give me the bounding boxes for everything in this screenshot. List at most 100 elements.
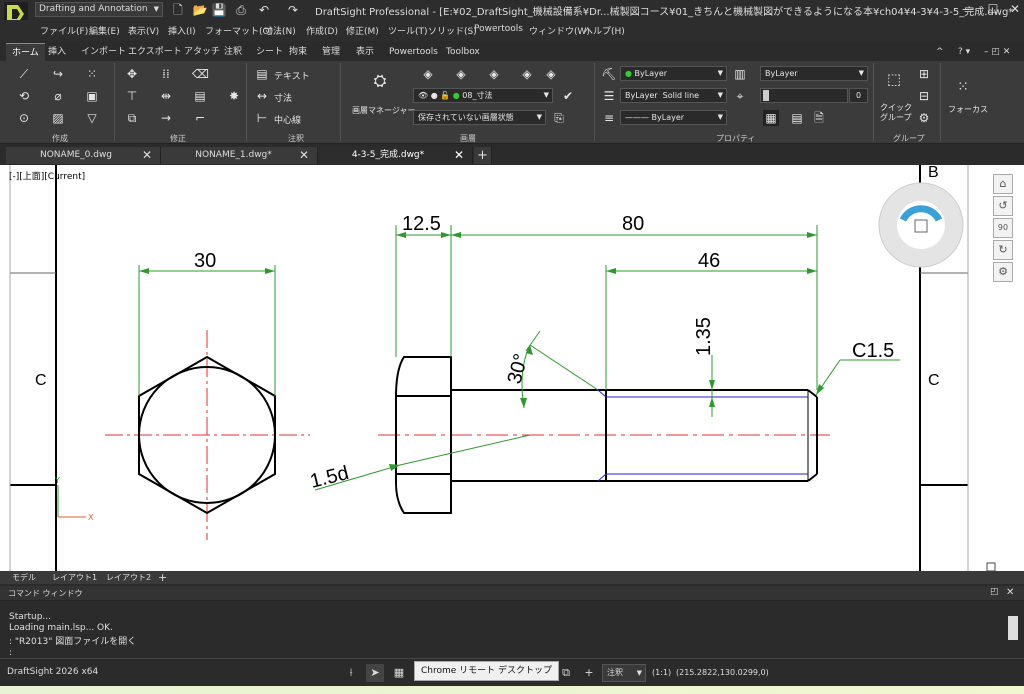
- tab-home[interactable]: ホーム: [6, 43, 45, 61]
- group-select-icon[interactable]: ⚙: [916, 110, 932, 126]
- tab-layout2[interactable]: レイアウト2: [106, 571, 151, 584]
- copy-viewport-icon[interactable]: ⧉: [557, 664, 575, 682]
- quick-group-button[interactable]: クイック グループ: [880, 103, 912, 123]
- float-icon[interactable]: ◰: [990, 587, 999, 597]
- tab-layout1[interactable]: レイアウト1: [52, 571, 97, 584]
- copy-icon[interactable]: ⧉: [124, 110, 140, 126]
- group-edit-icon[interactable]: ⊞: [916, 66, 932, 82]
- scale-icon[interactable]: ▤: [192, 88, 208, 104]
- rotation-angle-field[interactable]: 90: [993, 218, 1013, 238]
- tab-manage[interactable]: 管理: [316, 43, 346, 61]
- new-file-icon[interactable]: 🗋: [170, 2, 186, 18]
- polyline-icon[interactable]: ↪: [50, 66, 66, 82]
- document-icon[interactable]: 🗎: [811, 110, 827, 126]
- cursor-icon[interactable]: ➤: [366, 664, 384, 682]
- rectangle-icon[interactable]: ▣: [84, 88, 100, 104]
- add-icon[interactable]: +: [580, 664, 598, 682]
- group-ungroup-icon[interactable]: ⊟: [916, 88, 932, 104]
- tab-annotate[interactable]: 注釈: [218, 43, 248, 61]
- layer-manager-button[interactable]: 画層マネージャー: [352, 105, 415, 116]
- doc-tab-noname1[interactable]: NONAME_1.dwg* ✕: [161, 147, 318, 164]
- tab-view[interactable]: 表示: [350, 43, 380, 61]
- checkmark-icon[interactable]: ✔: [560, 88, 576, 104]
- rotate-right-icon[interactable]: ↻: [993, 240, 1013, 260]
- trim-icon[interactable]: ⊤: [124, 88, 140, 104]
- menu-format[interactable]: フォーマット(O): [205, 24, 273, 37]
- doc-tab-noname0[interactable]: NONAME_0.dwg ✕: [6, 147, 161, 164]
- minimize-icon[interactable]: —: [959, 1, 977, 18]
- redo-icon[interactable]: ↷: [285, 2, 301, 18]
- add-layout-icon[interactable]: +: [158, 571, 167, 584]
- linetype-select[interactable]: ByLayer Solid line ▼: [620, 88, 727, 103]
- text-button[interactable]: テキスト: [274, 69, 310, 82]
- arc-icon[interactable]: ⟲: [16, 88, 32, 104]
- layer-icon-4[interactable]: ◈: [519, 66, 535, 82]
- quick-group-icon[interactable]: ⬚: [884, 71, 904, 91]
- focus-icon[interactable]: ⁙: [953, 79, 973, 99]
- command-input[interactable]: :: [9, 648, 12, 658]
- new-tab-icon[interactable]: +: [474, 147, 492, 164]
- close-icon[interactable]: ✕: [454, 147, 464, 164]
- menu-help[interactable]: ヘルプ(H): [584, 24, 625, 37]
- layer-manager-icon[interactable]: ⛭: [370, 73, 390, 93]
- color-select[interactable]: ● ByLayer ▼: [620, 66, 727, 81]
- maximize-icon[interactable]: ☐: [984, 1, 1002, 18]
- annotation-scale-select[interactable]: 注釈 ▼: [602, 664, 646, 682]
- menu-file[interactable]: ファイル(F): [40, 24, 88, 37]
- tab-insert[interactable]: 挿入: [42, 43, 72, 61]
- menu-dimension[interactable]: 寸法(N): [264, 24, 296, 37]
- save-icon[interactable]: 💾: [211, 2, 227, 18]
- drawing-canvas[interactable]: C C B 30 12.5 80 46 1.35 C1.5 30° 1.5d X…: [0, 165, 1024, 571]
- layer-icon-3[interactable]: ◈: [486, 66, 502, 82]
- centerline-button[interactable]: 中心線: [274, 113, 301, 126]
- circle-icon[interactable]: ⊙: [16, 110, 32, 126]
- menu-view[interactable]: 表示(V): [128, 24, 159, 37]
- list-icon[interactable]: ▤: [789, 110, 805, 126]
- linetype-icon[interactable]: ☰: [601, 88, 617, 104]
- lineweight-icon[interactable]: ≡: [601, 110, 617, 126]
- properties-palette-icon[interactable]: ▦: [763, 110, 779, 126]
- fillet-icon[interactable]: ⌐: [192, 110, 208, 126]
- lineweight-select[interactable]: ——— ByLayer ▼: [620, 110, 727, 125]
- centerline-icon[interactable]: ⊢: [254, 110, 270, 126]
- mirror-icon[interactable]: ⇹: [158, 88, 174, 104]
- transparency-value[interactable]: 0: [849, 88, 868, 103]
- menu-powertools[interactable]: Powertools: [474, 24, 523, 34]
- tab-constraint[interactable]: 拘束: [283, 43, 313, 61]
- layer-select[interactable]: 👁 ● 🔓 ● 08_寸法 ▼: [413, 88, 553, 103]
- workspace-select[interactable]: Drafting and Annotation ▼: [35, 2, 163, 17]
- lineweight-display-icon[interactable]: ▥: [732, 66, 748, 82]
- explode-icon[interactable]: ✸: [226, 88, 242, 104]
- tab-toolbox[interactable]: Toolbox: [440, 43, 486, 61]
- close-icon[interactable]: ✕: [1006, 587, 1014, 598]
- menu-draw[interactable]: 作成(D): [306, 24, 338, 37]
- text-icon[interactable]: ▤: [254, 66, 270, 82]
- scale-readout[interactable]: (1:1): [652, 668, 671, 677]
- dimension-icon[interactable]: ↔: [254, 88, 270, 104]
- point-icon[interactable]: ⁙: [84, 66, 100, 82]
- match-properties-icon[interactable]: ⛏: [601, 66, 617, 82]
- settings-gear-icon[interactable]: ⚙: [993, 262, 1013, 282]
- view-cube[interactable]: [878, 172, 964, 280]
- focus-button[interactable]: フォーカス: [948, 104, 988, 115]
- slider-thumb[interactable]: [763, 90, 769, 101]
- menu-solid[interactable]: ソリッド(S): [428, 24, 477, 37]
- erase-icon[interactable]: ⌫: [192, 66, 209, 82]
- viewport-label[interactable]: [-][上面][Current]: [9, 169, 85, 182]
- help-icon[interactable]: ? ▾: [952, 43, 976, 61]
- close-icon[interactable]: ✕: [142, 147, 152, 164]
- tab-model[interactable]: モデル: [12, 571, 36, 584]
- open-folder-icon[interactable]: 📂: [192, 2, 208, 18]
- move-icon[interactable]: ✥: [124, 66, 140, 82]
- rotate-left-icon[interactable]: ↺: [993, 196, 1013, 216]
- ribbon-collapse-icon[interactable]: ^: [930, 43, 950, 61]
- command-scrollbar[interactable]: [1008, 616, 1018, 640]
- stretch-icon[interactable]: →: [158, 110, 174, 126]
- array-icon[interactable]: ⁞⁞: [158, 66, 174, 82]
- menu-edit[interactable]: 編集(E): [89, 24, 120, 37]
- close-icon[interactable]: ✕: [299, 147, 309, 164]
- layer-state-icon[interactable]: ⎘: [551, 110, 567, 126]
- menu-tools[interactable]: ツール(T): [388, 24, 428, 37]
- linetype-right-select[interactable]: ByLayer ▼: [760, 66, 868, 81]
- undo-icon[interactable]: ↶: [256, 2, 272, 18]
